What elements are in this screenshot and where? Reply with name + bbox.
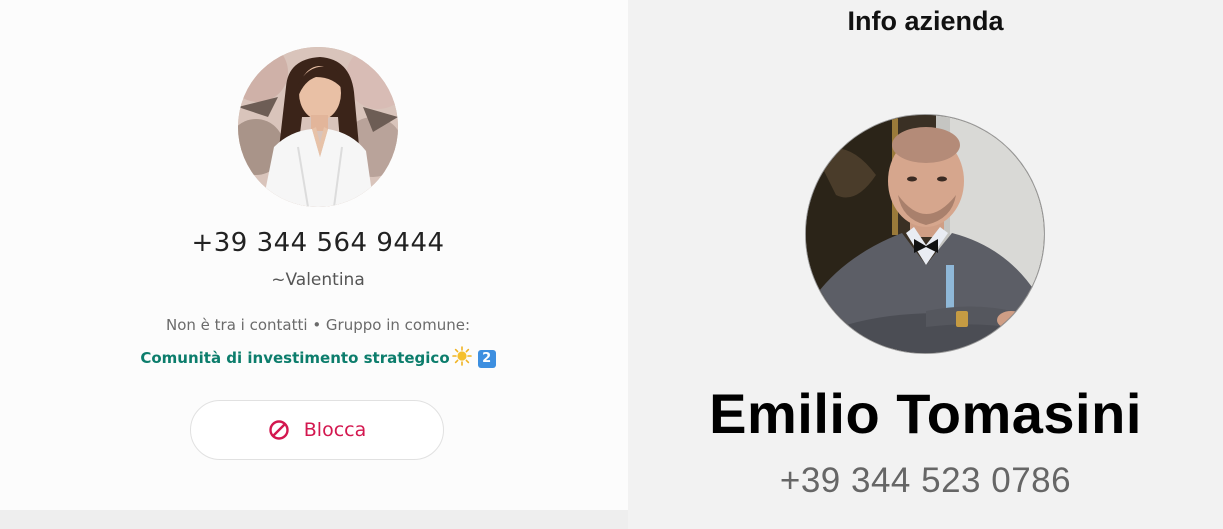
contact-photo (238, 47, 398, 207)
block-button[interactable]: Blocca (190, 400, 444, 460)
block-icon (268, 419, 290, 441)
common-group-name: Comunità di investimento strategico (140, 349, 450, 367)
sun-icon (451, 346, 472, 370)
business-avatar[interactable] (805, 114, 1045, 354)
contact-status-text: Non è tra i contatti • Gruppo in comune: (166, 316, 470, 334)
block-button-label: Blocca (303, 419, 367, 441)
panel-divider (0, 510, 628, 529)
business-info-panel: Info azienda Emilio Tomasini +39 344 523… (628, 0, 1223, 529)
contact-avatar[interactable] (238, 47, 398, 207)
contact-phone-number: +39 344 564 9444 (191, 228, 445, 258)
common-group-link[interactable]: Comunità di investimento strategico 2 (0, 346, 636, 370)
page-title: Info azienda (847, 6, 1004, 36)
contact-display-name: ~Valentina (271, 270, 365, 290)
group-number-badge: 2 (477, 350, 496, 368)
business-name: Emilio Tomasini (709, 382, 1142, 445)
contact-info-panel-left: +39 344 564 9444 ~Valentina Non è tra i … (0, 0, 628, 529)
business-phone-number: +39 344 523 0786 (779, 461, 1072, 500)
business-photo (806, 115, 1044, 353)
